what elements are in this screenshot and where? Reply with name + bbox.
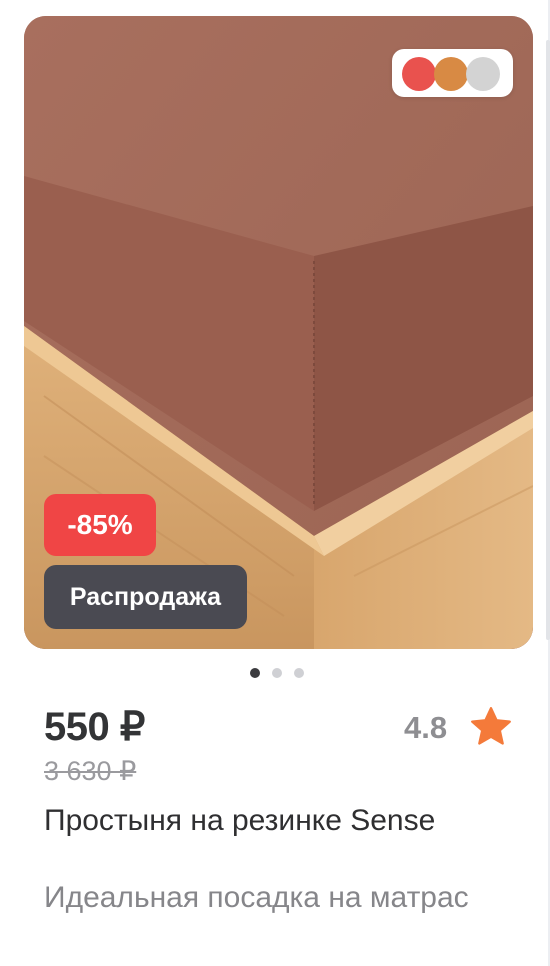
product-title[interactable]: Простыня на резинке Sense bbox=[44, 804, 484, 837]
color-swatch[interactable] bbox=[466, 57, 500, 91]
rating-value: 4.8 bbox=[404, 710, 448, 745]
discount-badge: -85% bbox=[44, 494, 156, 556]
color-swatches[interactable] bbox=[392, 49, 513, 97]
old-price: 3 630 ₽ bbox=[44, 756, 137, 786]
pagination-dot[interactable] bbox=[294, 668, 304, 678]
pagination-dot[interactable] bbox=[250, 668, 260, 678]
current-price: 550 ₽ bbox=[44, 705, 145, 749]
pagination-dot[interactable] bbox=[272, 668, 282, 678]
product-card[interactable]: -85% Распродажа 550 ₽ 3 630 ₽ 4.8 Просты… bbox=[0, 0, 548, 966]
product-subtitle: Идеальная посадка на матрас bbox=[44, 881, 469, 914]
product-image[interactable]: -85% Распродажа bbox=[24, 16, 533, 649]
star-icon bbox=[471, 707, 511, 745]
next-card-edge bbox=[546, 40, 550, 640]
sale-badge: Распродажа bbox=[44, 565, 247, 629]
color-swatch[interactable] bbox=[402, 57, 436, 91]
color-swatch[interactable] bbox=[434, 57, 468, 91]
